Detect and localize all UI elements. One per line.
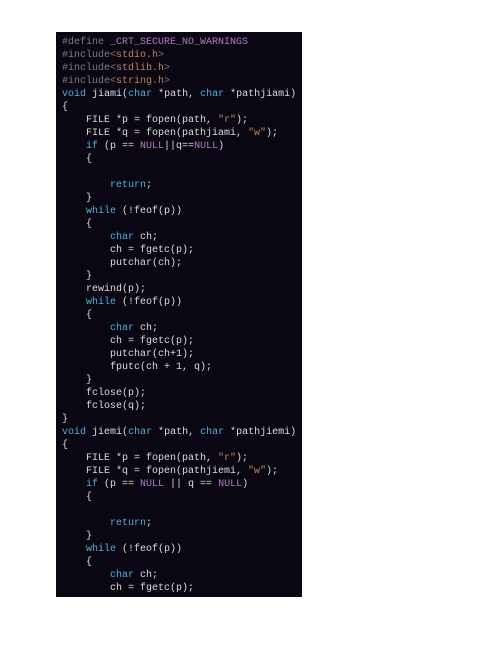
pp-include-2: #include<: [62, 63, 116, 74]
kw-void-2: void: [62, 427, 86, 438]
pp-define: #define: [62, 37, 104, 48]
inc-file-2: stdlib.h: [116, 63, 164, 74]
fn-jiemi: jiemi: [92, 427, 122, 438]
code-block: #define _CRT_SECURE_NO_WARNINGS #include…: [56, 32, 302, 597]
inc-file-1: stdio.h: [116, 50, 158, 61]
macro-name: _CRT_SECURE_NO_WARNINGS: [110, 37, 248, 48]
pp-include-1: #include<: [62, 50, 116, 61]
kw-void-1: void: [62, 89, 86, 100]
inc-file-3: string.h: [116, 76, 164, 87]
fn-jiami: jiami: [92, 89, 122, 100]
pp-include-3: #include<: [62, 76, 116, 87]
